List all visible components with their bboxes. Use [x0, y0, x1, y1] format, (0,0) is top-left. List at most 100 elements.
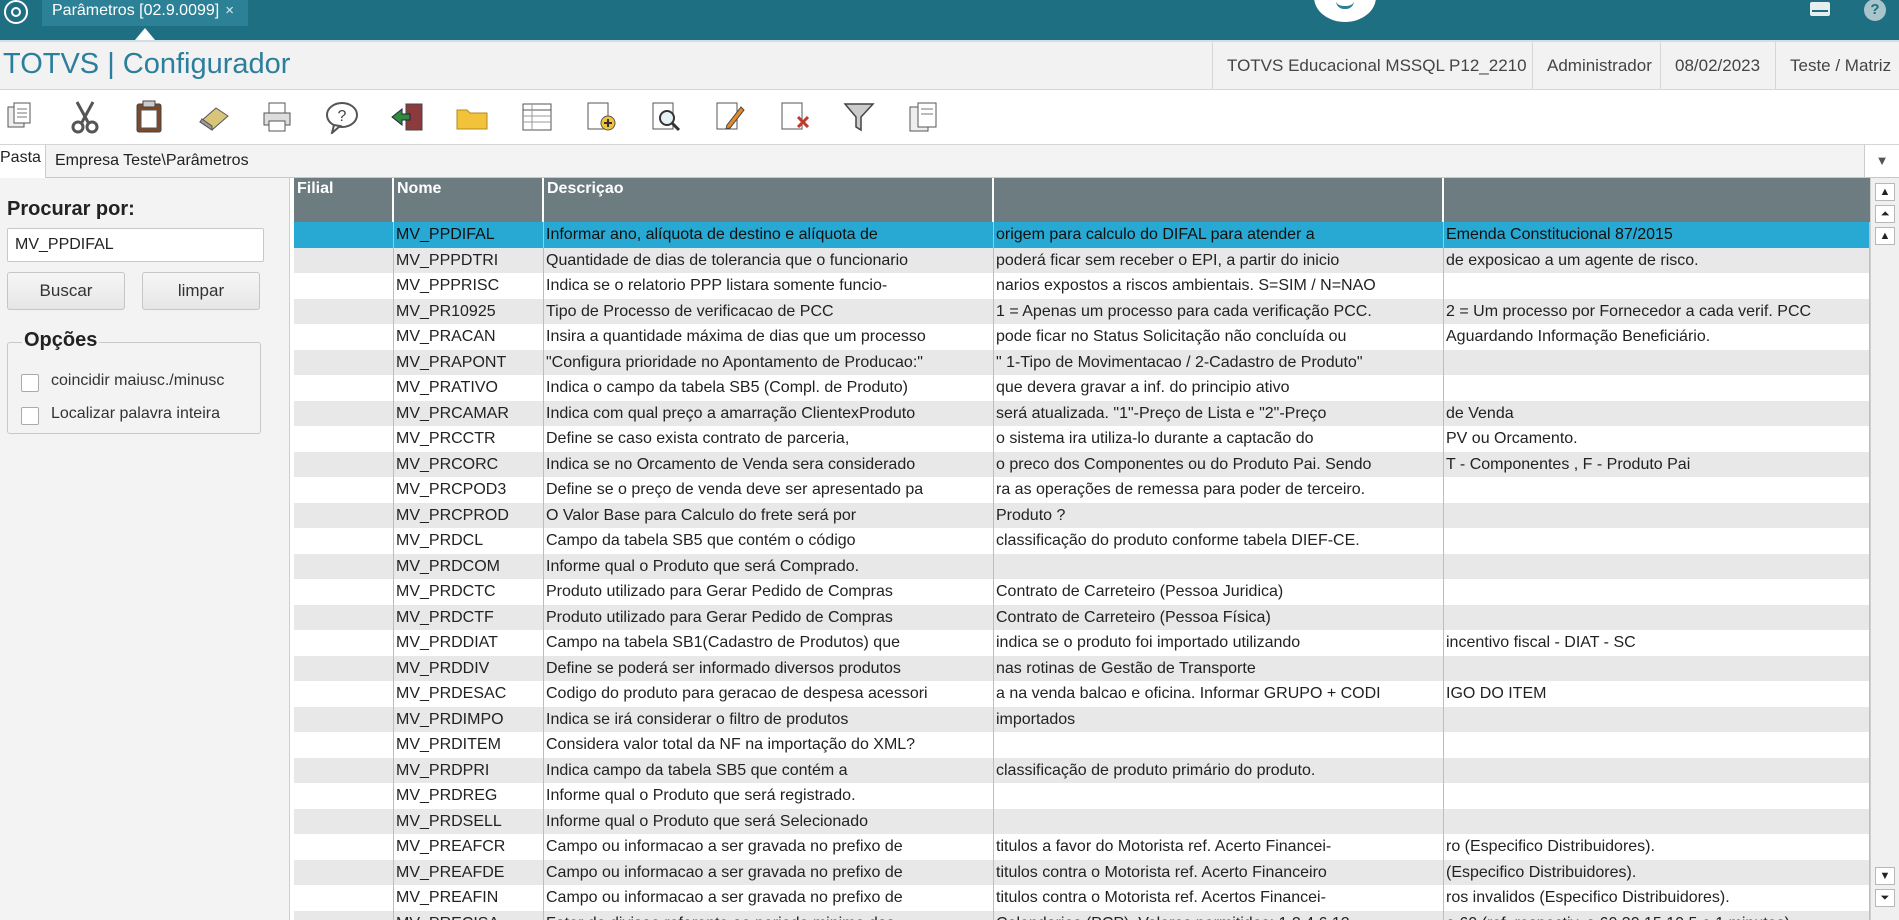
cell-descricao-3[interactable]: [1444, 655, 1870, 681]
cell-descricao[interactable]: Indica campo da tabela SB5 que contém a: [544, 757, 994, 783]
cell-descricao[interactable]: Define se o preço de venda deve ser apre…: [544, 477, 994, 503]
cell-nome[interactable]: MV_PRDDIAT: [394, 630, 544, 656]
cell-filial[interactable]: [294, 528, 394, 554]
table-row[interactable]: MV_PRDESAC Codigo do produto para geracao…: [294, 681, 1870, 707]
column-header-descricao[interactable]: Descriçao: [544, 178, 994, 222]
match-case-checkbox[interactable]: [21, 374, 39, 392]
cell-descricao-2[interactable]: o preco dos Componentes ou do Produto Pa…: [994, 451, 1444, 477]
date-info[interactable]: 08/02/2023: [1660, 42, 1774, 89]
chevron-down-icon[interactable]: ▼: [1864, 145, 1899, 177]
folder-icon[interactable]: [452, 98, 492, 136]
cell-descricao[interactable]: Produto utilizado para Gerar Pedido de C…: [544, 604, 994, 630]
cell-descricao-2[interactable]: [994, 808, 1444, 834]
cut-icon[interactable]: [65, 98, 105, 136]
cell-descricao-3[interactable]: de Venda: [1444, 400, 1870, 426]
table-row[interactable]: MV_PRDSELL Informe qual o Produto que ser…: [294, 808, 1870, 834]
cell-descricao[interactable]: Fator de divisao referente ao periodo mi…: [544, 910, 994, 920]
cell-filial[interactable]: [294, 579, 394, 605]
cell-descricao-3[interactable]: [1444, 349, 1870, 375]
tab-parametros[interactable]: Parâmetros [02.9.0099] ×: [42, 0, 248, 26]
whole-word-label[interactable]: Localizar palavra inteira: [51, 405, 220, 423]
table-row[interactable]: MV_PRECISAFator de divisao referente ao …: [294, 910, 1870, 920]
cell-descricao-3[interactable]: [1444, 604, 1870, 630]
cell-descricao-2[interactable]: importados: [994, 706, 1444, 732]
cell-descricao-2[interactable]: pode ficar no Status Solicitação não con…: [994, 324, 1444, 350]
table-row[interactable]: MV_PR10925 Tipo de Processo de verificaca…: [294, 298, 1870, 324]
column-header-desc3[interactable]: [1444, 178, 1870, 222]
table-row[interactable]: MV_PRACAN Insira a quantidade máxima de d…: [294, 324, 1870, 350]
cell-descricao-2[interactable]: narios expostos a riscos ambientais. S=S…: [994, 273, 1444, 299]
whole-word-checkbox[interactable]: [21, 407, 39, 425]
cell-descricao-2[interactable]: classificação de produto primário do pro…: [994, 757, 1444, 783]
cell-descricao-3[interactable]: Emenda Constitucional 87/2015: [1444, 222, 1870, 248]
delete-icon[interactable]: [775, 98, 815, 136]
cell-filial[interactable]: [294, 375, 394, 401]
cell-descricao-3[interactable]: [1444, 732, 1870, 758]
cell-nome[interactable]: MV_PRCORC: [394, 451, 544, 477]
cell-descricao-2[interactable]: Contrato de Carreteiro (Pessoa Física): [994, 604, 1444, 630]
filter-icon[interactable]: [839, 98, 879, 136]
cell-filial[interactable]: [294, 477, 394, 503]
search-icon[interactable]: [646, 98, 686, 136]
table-row[interactable]: MV_PPPRISC Indica se o relatorio PPP list…: [294, 273, 1870, 299]
column-header-desc2[interactable]: [994, 178, 1444, 222]
cell-descricao-2[interactable]: que devera gravar a inf. do principio at…: [994, 375, 1444, 401]
cell-descricao[interactable]: O Valor Base para Calculo do frete será …: [544, 502, 994, 528]
tab-pasta[interactable]: Pasta: [0, 145, 46, 179]
cell-descricao[interactable]: Produto utilizado para Gerar Pedido de C…: [544, 579, 994, 605]
cell-descricao-3[interactable]: (Especifico Distribuidores).: [1444, 859, 1870, 885]
cell-nome[interactable]: MV_PRDESAC: [394, 681, 544, 707]
cell-descricao-3[interactable]: [1444, 757, 1870, 783]
cell-descricao-3[interactable]: incentivo fiscal - DIAT - SC: [1444, 630, 1870, 656]
cell-descricao-3[interactable]: 2 = Um processo por Fornecedor a cada ve…: [1444, 298, 1870, 324]
print-icon[interactable]: [258, 98, 298, 136]
cell-filial[interactable]: [294, 324, 394, 350]
cell-descricao[interactable]: Define se caso exista contrato de parcer…: [544, 426, 994, 452]
close-tab-icon[interactable]: ×: [225, 2, 234, 19]
cell-filial[interactable]: [294, 757, 394, 783]
table-row[interactable]: MV_PRCPROD O Valor Base para Calculo do f…: [294, 502, 1870, 528]
duplicate-icon[interactable]: [904, 98, 944, 136]
table-row[interactable]: MV_PRDDIV Define se poderá ser informado …: [294, 655, 1870, 681]
cell-nome[interactable]: MV_PRCPROD: [394, 502, 544, 528]
table-row[interactable]: MV_PRDPRI Indica campo da tabela SB5 que …: [294, 757, 1870, 783]
cell-descricao[interactable]: Indica com qual preço a amarração Client…: [544, 400, 994, 426]
cell-filial[interactable]: [294, 273, 394, 299]
table-row[interactable]: MV_PREAFIN Campo ou informacao a ser grav…: [294, 885, 1870, 911]
cell-descricao-3[interactable]: de exposicao a um agente de risco.: [1444, 247, 1870, 273]
cell-descricao[interactable]: Campo ou informacao a ser gravada no pre…: [544, 834, 994, 860]
cell-descricao-2[interactable]: " 1-Tipo de Movimentacao / 2-Cadastro de…: [994, 349, 1444, 375]
cell-descricao-3[interactable]: [1444, 553, 1870, 579]
table-row[interactable]: MV_PREAFCR Campo ou informacao a ser grav…: [294, 834, 1870, 860]
cell-descricao-3[interactable]: Aguardando Informação Beneficiário.: [1444, 324, 1870, 350]
vertical-scrollbar[interactable]: ▲ ⏶ ▲ ▼ ⏷: [1870, 178, 1899, 920]
cell-descricao[interactable]: Campo da tabela SB5 que contém o código: [544, 528, 994, 554]
cell-descricao-3[interactable]: PV ou Orcamento.: [1444, 426, 1870, 452]
cell-descricao-2[interactable]: titulos a favor do Motorista ref. Acerto…: [994, 834, 1444, 860]
eraser-icon[interactable]: [194, 98, 234, 136]
cell-descricao-2[interactable]: o sistema ira utiliza-lo durante a capta…: [994, 426, 1444, 452]
cell-descricao[interactable]: Define se poderá ser informado diversos …: [544, 655, 994, 681]
cell-descricao-2[interactable]: ra as operações de remessa para poder de…: [994, 477, 1444, 503]
cell-nome[interactable]: MV_PRACAN: [394, 324, 544, 350]
cell-nome[interactable]: MV_PREAFDE: [394, 859, 544, 885]
cell-descricao-3[interactable]: [1444, 375, 1870, 401]
table-row[interactable]: MV_PRDDIAT Campo na tabela SB1(Cadastro d…: [294, 630, 1870, 656]
cell-filial[interactable]: [294, 247, 394, 273]
cell-descricao-2[interactable]: 1 = Apenas um processo para cada verific…: [994, 298, 1444, 324]
table-icon[interactable]: [517, 98, 557, 136]
cell-descricao-2[interactable]: Produto ?: [994, 502, 1444, 528]
company-info[interactable]: Teste / Matriz: [1775, 42, 1899, 89]
copy-icon[interactable]: [0, 98, 40, 136]
cell-descricao[interactable]: "Configura prioridade no Apontamento de …: [544, 349, 994, 375]
cell-descricao-3[interactable]: [1444, 706, 1870, 732]
cell-nome[interactable]: MV_PRDIMPO: [394, 706, 544, 732]
cell-descricao-3[interactable]: e 60 (ref. respectiv. a 60,30,15,10,5 e …: [1444, 910, 1870, 920]
exit-icon[interactable]: [388, 98, 428, 136]
cell-nome[interactable]: MV_PRCPOD3: [394, 477, 544, 503]
cell-filial[interactable]: [294, 604, 394, 630]
cell-descricao[interactable]: Indica se irá considerar o filtro de pro…: [544, 706, 994, 732]
cell-nome[interactable]: MV_PRDCTC: [394, 579, 544, 605]
cell-filial[interactable]: [294, 859, 394, 885]
match-case-label[interactable]: coincidir maiusc./minusc: [51, 372, 224, 390]
